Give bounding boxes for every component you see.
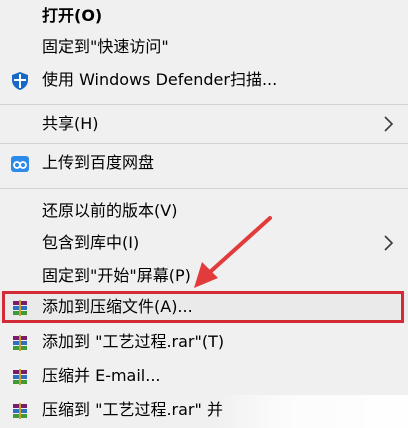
menu-item-label: 上传到百度网盘 [42,153,155,172]
menu-item-include-library[interactable]: 包含到库中(I) [0,228,408,258]
menu-item-label: 添加到 "工艺过程.rar"(T) [42,332,225,351]
menu-item-add-to-rar[interactable]: 添加到 "工艺过程.rar"(T) [0,327,408,357]
menu-item-label: 压缩并 E-mail... [42,366,161,385]
menu-item-share[interactable]: 共享(H) [0,109,408,139]
menu-item-pin-quick-access[interactable]: 固定到"快速访问" [0,32,408,62]
shield-icon [12,72,28,90]
menu-item-label: 压缩到 "工艺过程.rar" 并 [42,400,223,419]
menu-item-label: 还原以前的版本(V) [42,201,178,220]
menu-item-label: 固定到"快速访问" [42,37,169,56]
menu-item-pin-start[interactable]: 固定到"开始"屏幕(P) [0,261,408,291]
winrar-icon [13,335,27,351]
menu-separator [0,143,408,144]
cloud-icon [11,156,29,172]
menu-item-defender-scan[interactable]: 使用 Windows Defender扫描... [0,65,408,95]
menu-item-label: 打开(O) [42,6,103,25]
chevron-right-icon [384,235,394,251]
winrar-icon [13,369,27,385]
menu-item-label: 共享(H) [42,114,99,133]
winrar-icon [13,300,27,316]
menu-item-label: 使用 Windows Defender扫描... [42,70,278,89]
menu-item-label: 固定到"开始"屏幕(P) [42,266,191,285]
menu-item-open[interactable]: 打开(O) [0,1,408,31]
menu-item-add-to-archive[interactable]: 添加到压缩文件(A)... [0,292,408,322]
menu-item-baidu-upload[interactable]: 上传到百度网盘 [0,148,408,178]
chevron-right-icon [384,116,394,132]
menu-item-compress-to-rar-email[interactable]: 压缩到 "工艺过程.rar" 并 [0,395,408,425]
context-menu: 打开(O) 固定到"快速访问" 使用 Windows Defender扫描...… [0,0,408,428]
menu-item-label: 包含到库中(I) [42,233,140,252]
menu-item-restore-versions[interactable]: 还原以前的版本(V) [0,196,408,226]
winrar-icon [13,403,27,419]
menu-separator [0,104,408,105]
menu-item-compress-email[interactable]: 压缩并 E-mail... [0,361,408,391]
menu-separator [0,188,408,189]
menu-item-label: 添加到压缩文件(A)... [42,297,193,316]
